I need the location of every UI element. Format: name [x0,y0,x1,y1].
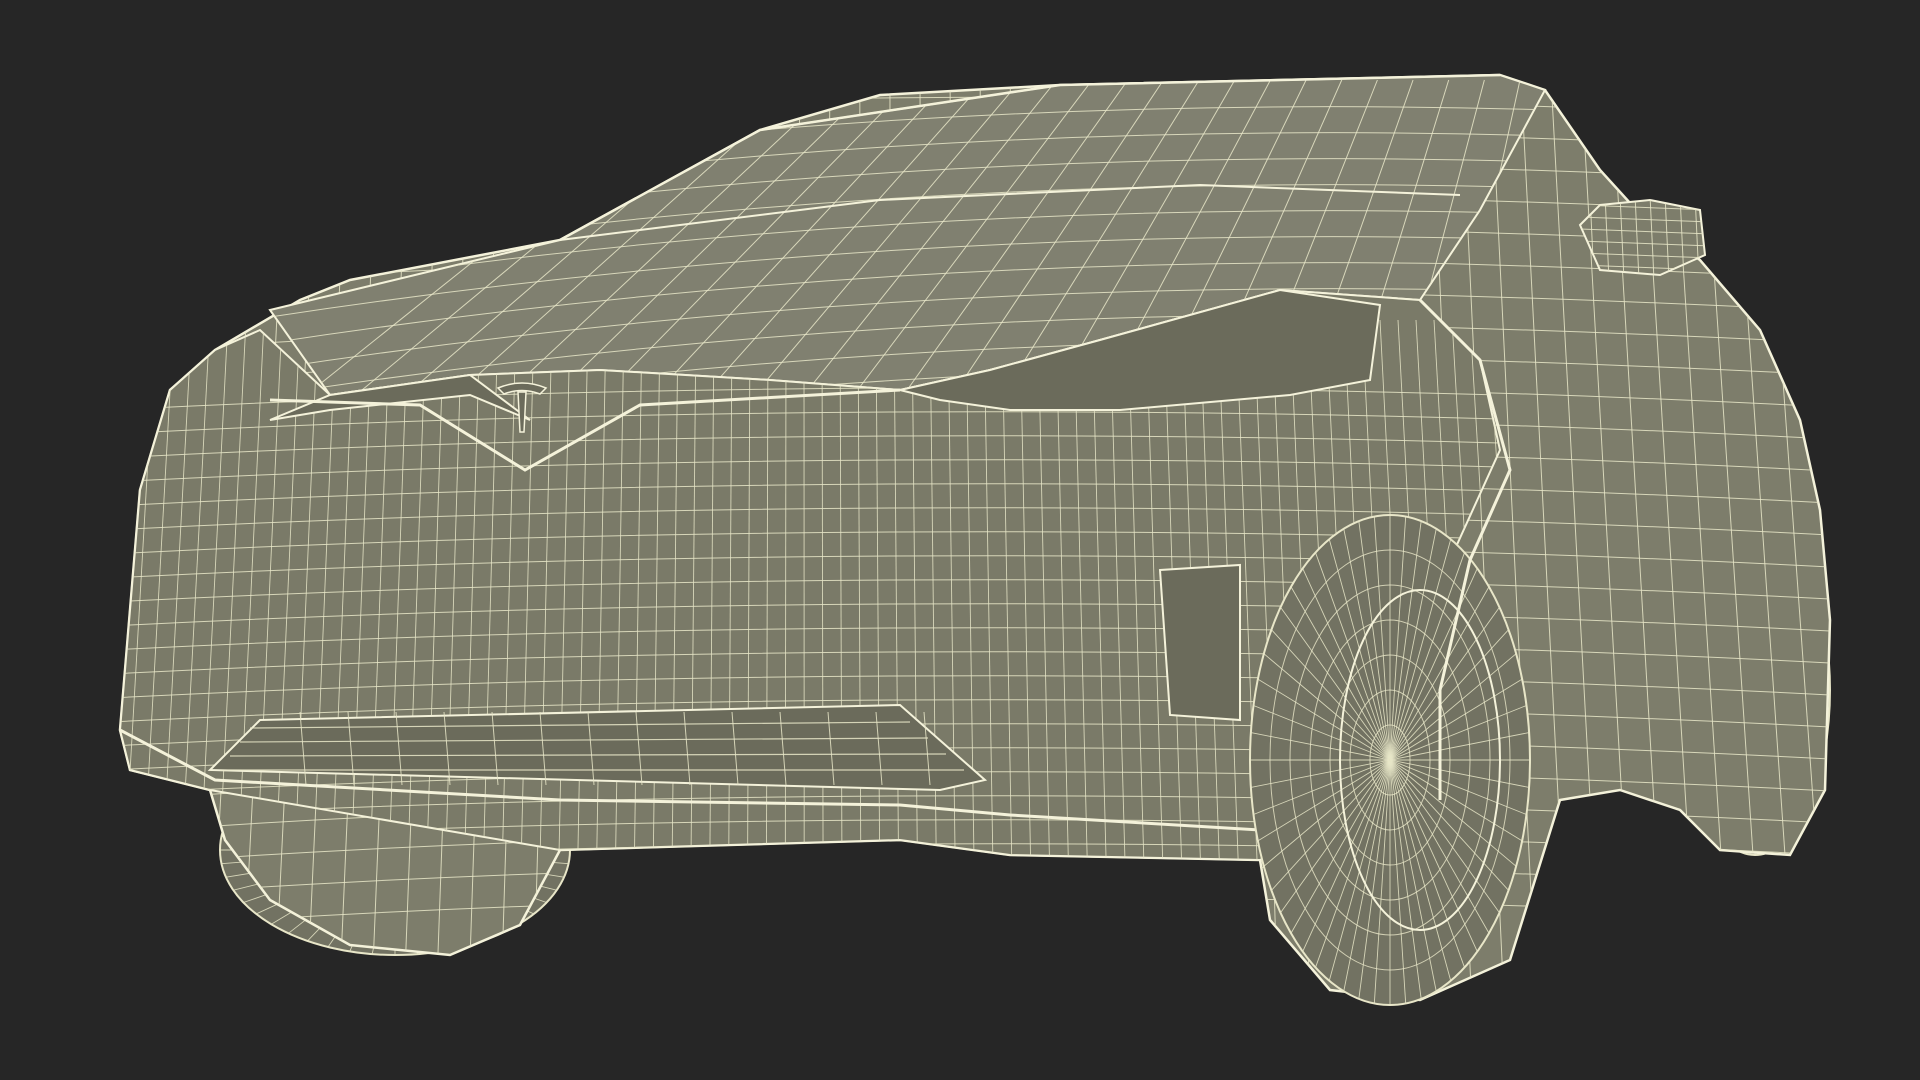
front-right-tire-mesh [1250,515,1530,1005]
mesh-edge [1850,60,1920,1020]
mesh-edge [1880,60,1920,1020]
front-right-tire [1249,514,1531,1006]
mesh-edge [120,319,121,860]
right-fog-vent [1158,563,1241,722]
mesh-edge [120,75,141,1000]
car-wireframe-render [47,60,1920,1020]
viewport [0,0,1920,1080]
mesh-edge [1819,75,1830,1000]
side-mirror-housing [1578,198,1707,277]
mesh-edge [47,60,110,1020]
